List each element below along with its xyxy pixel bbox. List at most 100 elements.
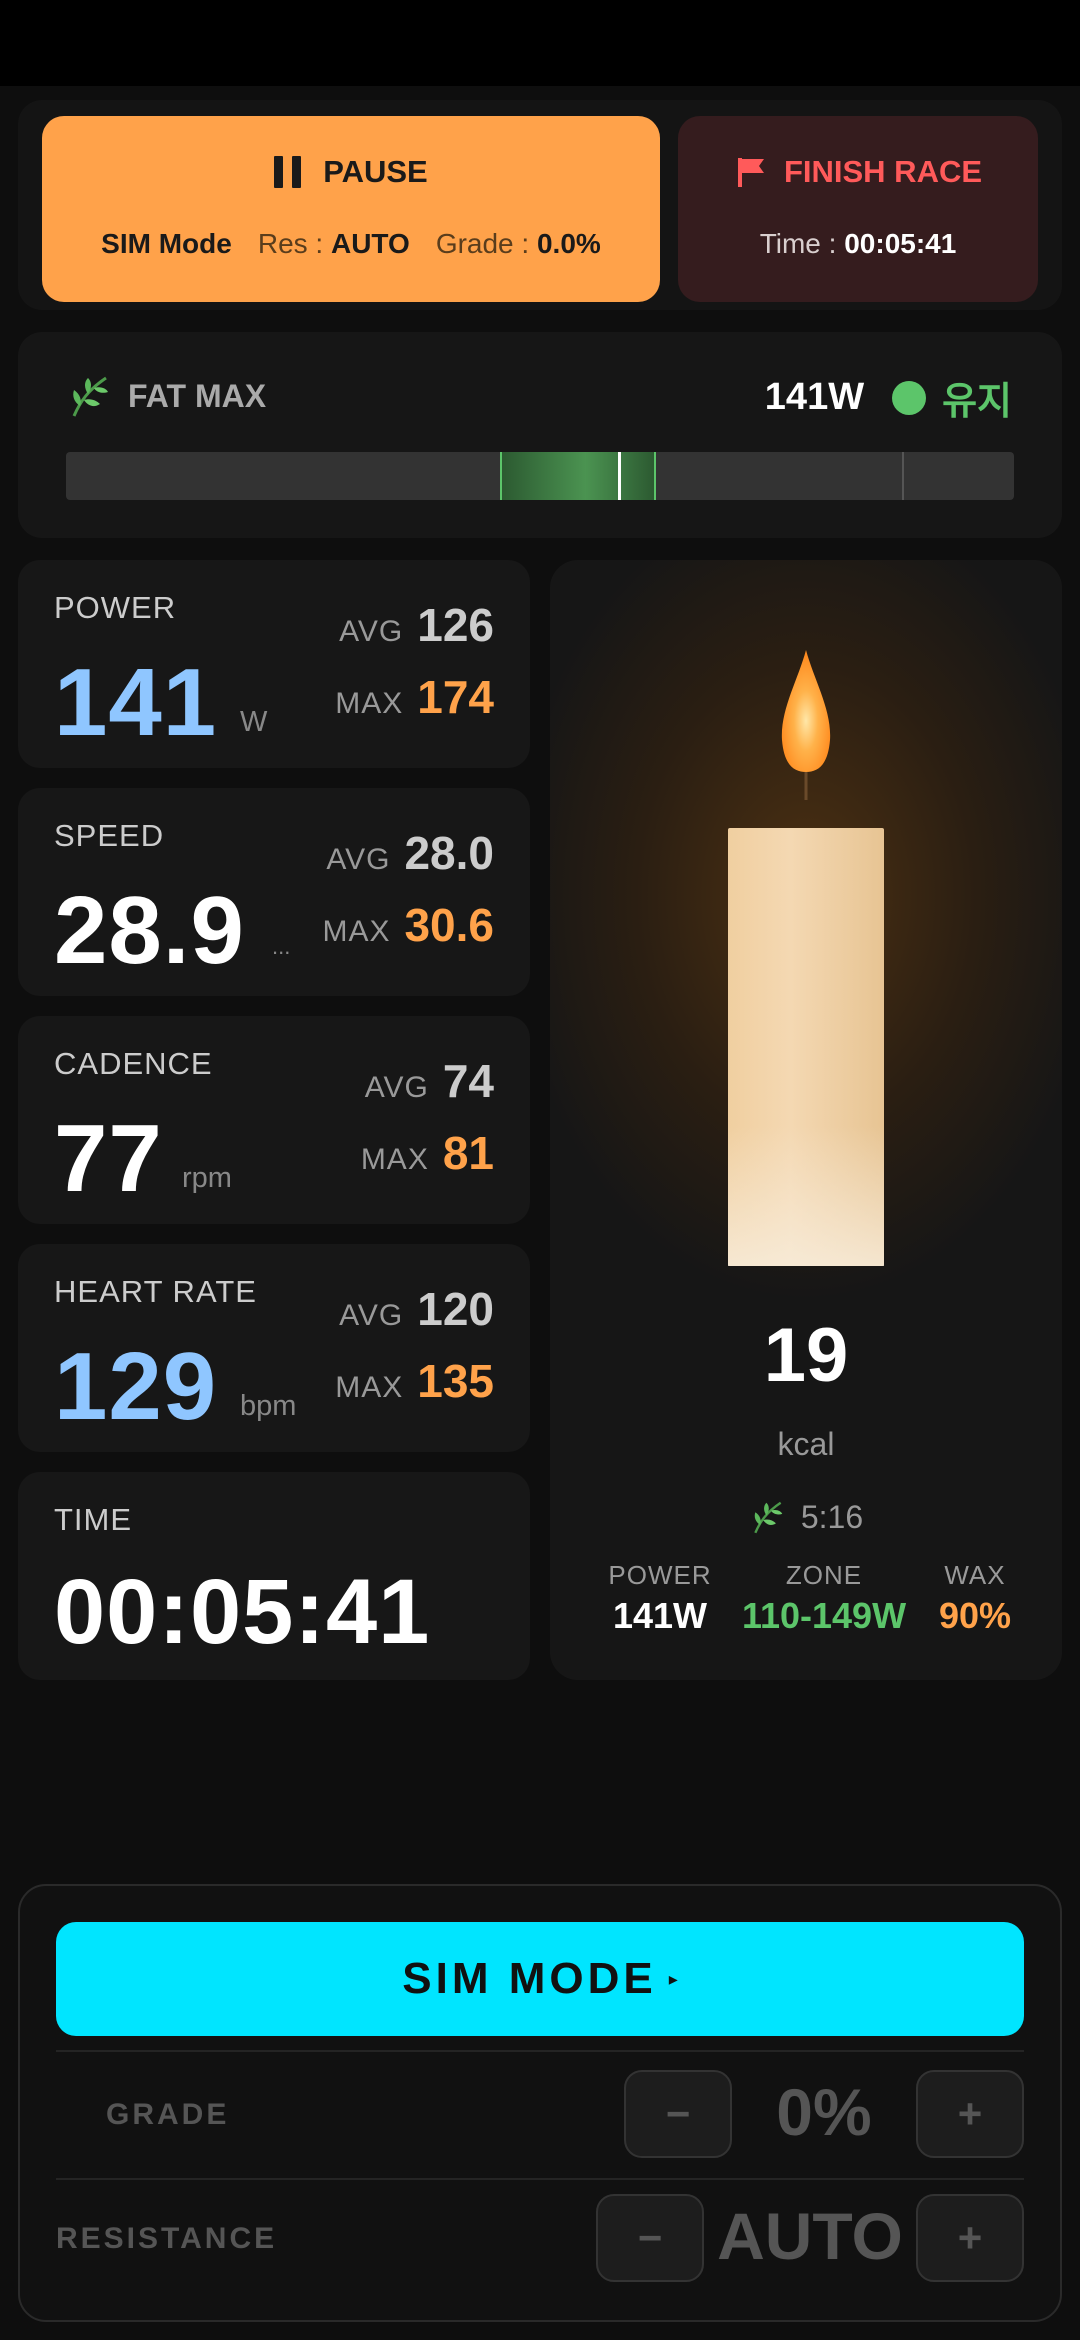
power-max: MAX 174: [335, 670, 494, 724]
status-bar: [0, 0, 1080, 86]
max-key: MAX: [322, 915, 391, 948]
grade-decrease-button[interactable]: −: [624, 2070, 732, 2158]
resistance-increase-button[interactable]: +: [916, 2194, 1024, 2282]
max-value: 174: [417, 671, 494, 723]
grade-value: 0.0%: [536, 228, 601, 259]
resistance-row: RESISTANCE − AUTO +: [56, 2188, 1024, 2288]
time-card: TIME 00:05:41: [18, 1472, 530, 1680]
power-unit: W: [240, 706, 268, 738]
cadence-card: CADENCE 77 rpm AVG 74 MAX 81: [18, 1016, 530, 1224]
heart-rate-value: 129: [54, 1333, 218, 1440]
power-card: POWER 141 W AVG 126 MAX 174: [18, 560, 530, 768]
avg-value: 126: [417, 599, 494, 651]
stat-power: POWER 141W: [602, 1560, 718, 1637]
finish-header: FINISH RACE: [678, 154, 1038, 190]
avg-key: AVG: [326, 843, 391, 876]
cadence-unit: rpm: [182, 1162, 232, 1194]
cadence-label: CADENCE: [54, 1046, 213, 1081]
avg-value: 74: [442, 1055, 494, 1107]
pause-label: PAUSE: [323, 154, 428, 189]
stat-wax: WAX 90%: [930, 1560, 1020, 1637]
triangle-right-icon: ▸: [668, 1968, 678, 1989]
power-label: POWER: [54, 590, 177, 625]
resistance-decrease-button[interactable]: −: [596, 2194, 704, 2282]
current-power-marker: [618, 452, 621, 500]
speed-card: SPEED 28.9 ... AVG 28.0 MAX 30.6: [18, 788, 530, 996]
mode-label: SIM Mode: [101, 228, 232, 259]
time-key: Time :: [759, 228, 837, 259]
divider: [56, 2050, 1024, 2052]
pause-icon: [274, 156, 302, 188]
avg-value: 28.0: [404, 827, 494, 879]
grade-label: GRADE: [106, 2098, 230, 2131]
fat-max-status: 유지: [892, 370, 1012, 425]
fat-max-status-text: 유지: [942, 381, 1012, 423]
finish-label: FINISH RACE: [783, 154, 983, 189]
time-label: TIME: [54, 1502, 133, 1537]
heart-rate-label: HEART RATE: [54, 1274, 257, 1309]
fat-max-panel: FAT MAX 141W 유지: [18, 332, 1062, 538]
grade-key: Grade :: [435, 228, 530, 259]
heart-rate-card: HEART RATE 129 bpm AVG 120 MAX 135: [18, 1244, 530, 1452]
speed-label: SPEED: [54, 818, 165, 853]
cadence-max: MAX 81: [361, 1126, 494, 1180]
speed-avg: AVG 28.0: [326, 826, 494, 880]
kcal-value: 19: [763, 1313, 849, 1398]
resistance-value: AUTO: [717, 2199, 903, 2273]
max-key: MAX: [335, 1371, 404, 1404]
max-value: 135: [417, 1355, 494, 1407]
stat-power-value: 141W: [612, 1595, 708, 1636]
res-key: Res :: [257, 228, 324, 259]
ride-settings-summary: SIM Mode Res : AUTO Grade : 0.0%: [42, 228, 660, 260]
heart-rate-avg: AVG 120: [339, 1282, 494, 1336]
trainer-control-panel: SIM MODE ▸ GRADE − 0% + RESISTANCE − AUT…: [18, 1884, 1062, 2322]
fat-max-label: FAT MAX: [128, 377, 267, 414]
time-card-value: 00:05:41: [54, 1561, 431, 1663]
pause-button[interactable]: PAUSE SIM Mode Res : AUTO Grade : 0.0%: [42, 116, 660, 302]
max-value: 30.6: [404, 899, 494, 951]
flag-icon: [737, 158, 764, 187]
pause-header: PAUSE: [42, 154, 660, 190]
sim-mode-button[interactable]: SIM MODE ▸: [56, 1922, 1024, 2036]
zone-tick: [902, 452, 904, 500]
time-value: 00:05:41: [844, 228, 957, 259]
stat-zone: ZONE 110-149W: [728, 1560, 920, 1637]
speed-value: 28.9: [54, 877, 245, 984]
sim-mode-label: SIM MODE: [402, 1954, 657, 2003]
avg-value: 120: [417, 1283, 494, 1335]
stat-power-key: POWER: [608, 1560, 712, 1590]
leaf-icon: [754, 1501, 783, 1534]
leaf-icon: [72, 376, 108, 417]
grade-value: 0%: [776, 2075, 872, 2149]
candle-panel: 19 kcal 5:16 POWER 141W ZONE 110-149W WA…: [550, 560, 1062, 1680]
fat-max-readout: 141W 유지: [765, 370, 1012, 425]
fat-max-power: 141W: [764, 376, 865, 418]
heart-rate-unit: bpm: [240, 1390, 297, 1422]
fat-burn-time: 5:16: [550, 1498, 1062, 1536]
candle: [728, 828, 884, 1266]
resistance-label: RESISTANCE: [56, 2222, 278, 2255]
target-zone: [500, 452, 656, 500]
finish-race-button[interactable]: FINISH RACE Time : 00:05:41: [678, 116, 1038, 302]
heart-rate-max: MAX 135: [335, 1354, 494, 1408]
stat-zone-key: ZONE: [785, 1560, 863, 1590]
avg-key: AVG: [339, 615, 404, 648]
fat-max-zone-bar: [66, 452, 1014, 500]
power-avg: AVG 126: [339, 598, 494, 652]
stat-wax-key: WAX: [944, 1560, 1006, 1590]
stat-zone-value: 110-149W: [741, 1595, 907, 1636]
speed-max: MAX 30.6: [322, 898, 494, 952]
cadence-value: 77: [54, 1105, 163, 1212]
grade-increase-button[interactable]: +: [916, 2070, 1024, 2158]
avg-key: AVG: [364, 1071, 429, 1104]
max-value: 81: [442, 1127, 494, 1179]
fat-burn-time-value: 5:16: [800, 1498, 864, 1535]
avg-key: AVG: [339, 1299, 404, 1332]
status-dot-icon: [892, 380, 927, 415]
fat-max-title: FAT MAX: [66, 372, 266, 420]
max-key: MAX: [335, 687, 404, 720]
max-key: MAX: [360, 1143, 429, 1176]
grade-row: GRADE − 0% +: [56, 2064, 1024, 2164]
elapsed-time: Time : 00:05:41: [678, 228, 1038, 260]
divider: [56, 2178, 1024, 2180]
